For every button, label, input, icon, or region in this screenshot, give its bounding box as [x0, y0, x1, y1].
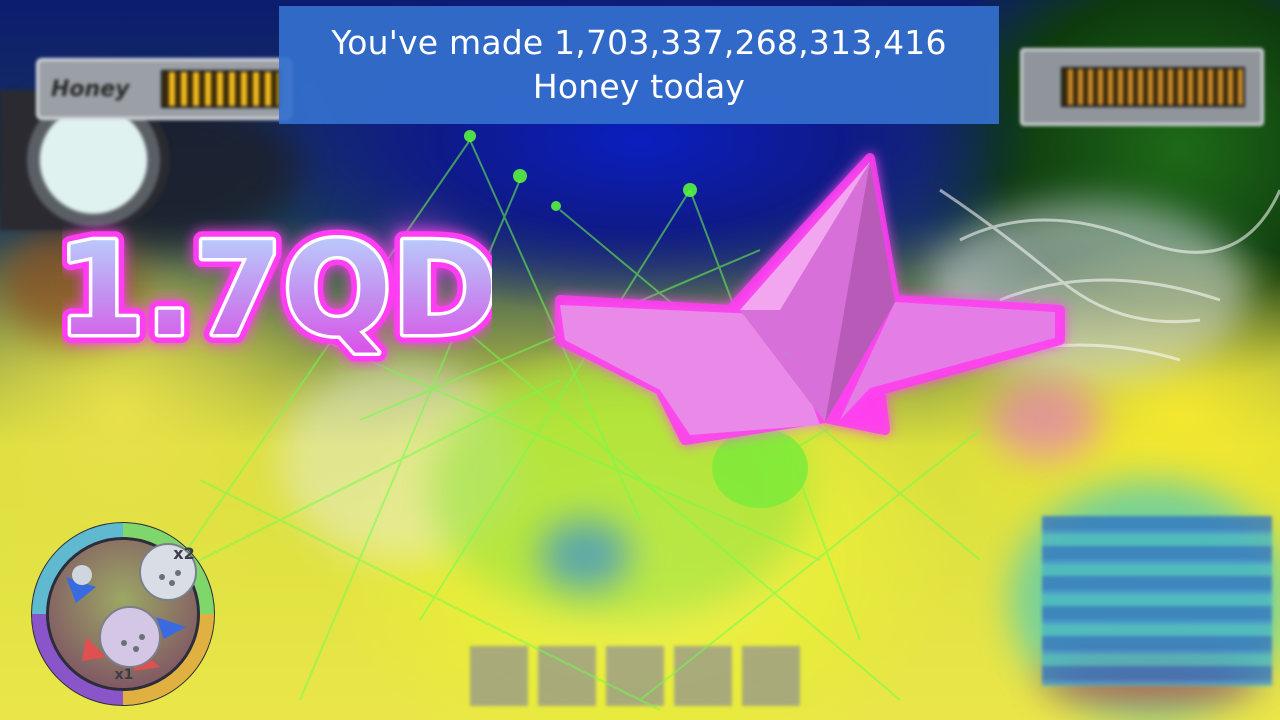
damage-number-decoration: ·	[784, 349, 789, 358]
honey-amount-headline: 1.7QD 1.7QD	[62, 202, 492, 372]
paper-plane-icon: ·	[540, 150, 1100, 450]
pollen-meter-fill	[1061, 67, 1245, 107]
background-shape	[540, 520, 630, 590]
blurred-hotbar	[470, 646, 800, 706]
honey-today-banner: You've made 1,703,337,268,313,416 Honey …	[279, 6, 999, 124]
game-screen: Honey You've made 1,703,337,268,313,416 …	[0, 0, 1280, 720]
honey-meter-label: Honey	[51, 76, 130, 102]
ability-label-x2: x2	[173, 544, 194, 563]
honey-meter: Honey	[36, 58, 292, 120]
banner-line-1: You've made 1,703,337,268,313,416	[331, 23, 947, 62]
banner-line-2: Honey today	[532, 67, 746, 106]
ability-label-x1: x1	[115, 667, 134, 683]
headline-text: 1.7QD	[62, 216, 492, 365]
honey-meter-fill	[161, 70, 281, 108]
pollen-meter	[1020, 48, 1264, 126]
token-link-ability-icon[interactable]: x2 x1	[26, 517, 220, 711]
blurred-stats-panel	[1042, 516, 1272, 686]
